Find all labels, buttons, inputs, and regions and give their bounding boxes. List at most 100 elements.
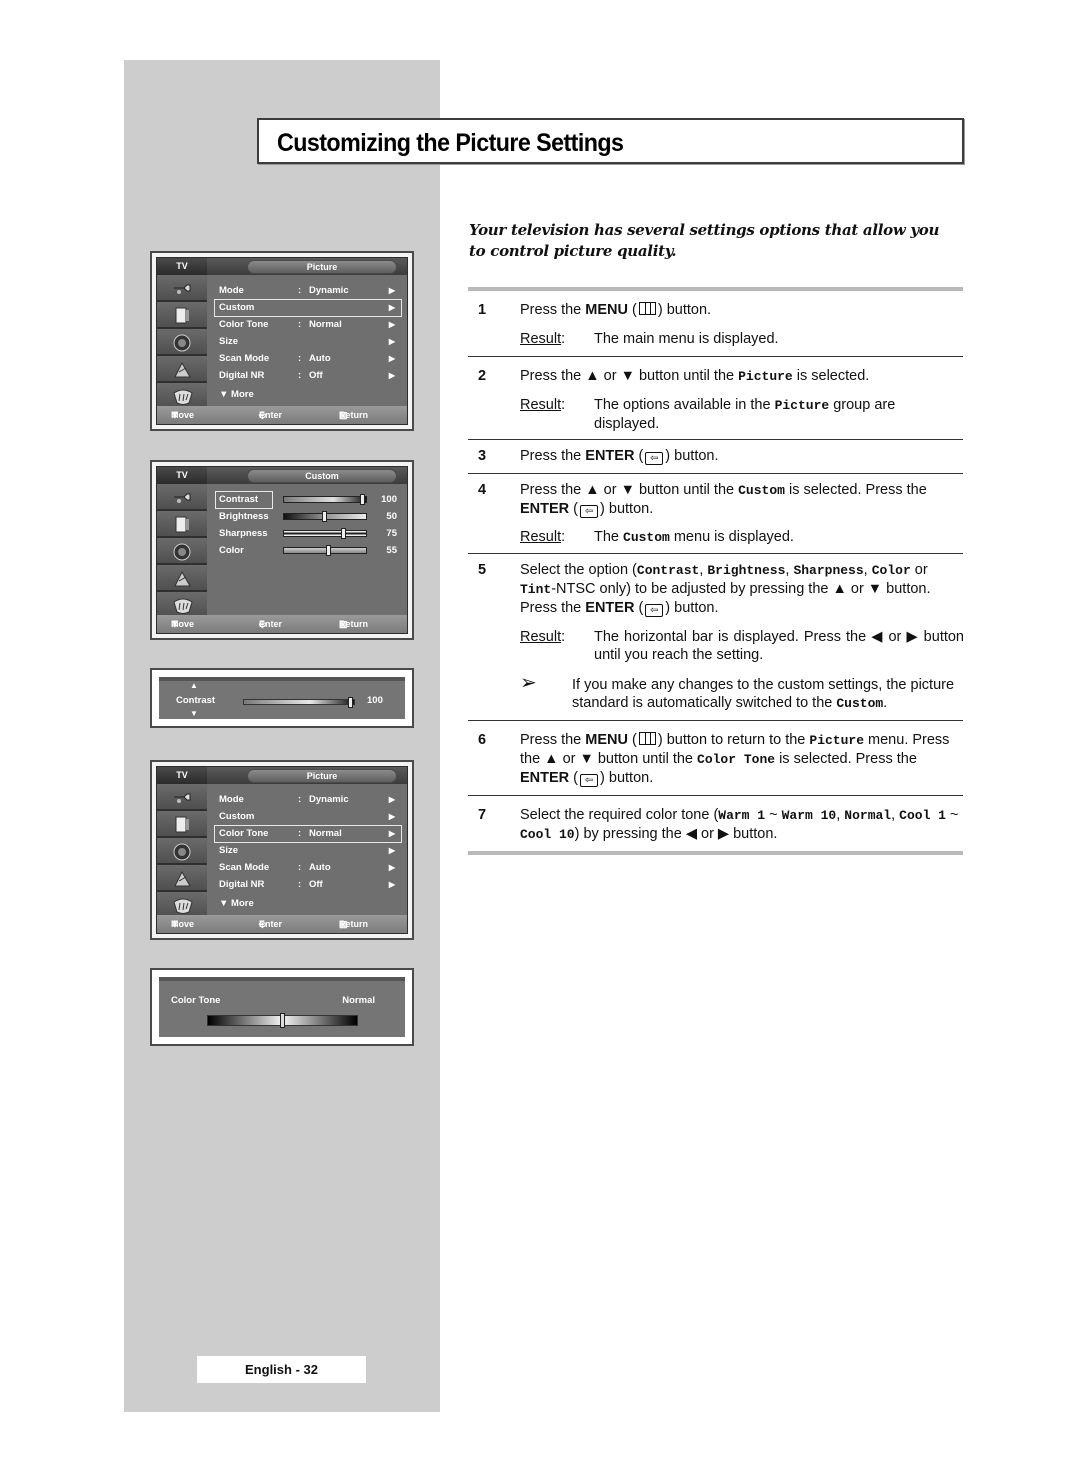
- sidebar-channel-dish-tab[interactable]: [157, 565, 207, 592]
- menu-icon: [638, 732, 656, 745]
- more-text: More: [231, 389, 254, 400]
- divider: [468, 287, 963, 291]
- osd-tv-label: TV: [157, 467, 207, 484]
- divider: [468, 795, 963, 796]
- osd-picture-menu-custom-selected: TV Picture Mode: Dynamic ▶ Custom ▶ Color T…: [150, 251, 414, 431]
- menu-colon: :: [298, 794, 302, 805]
- enter-key-label: ENTER: [585, 600, 635, 616]
- title-box: Customizing the Picture Settings: [257, 118, 964, 164]
- text: ~: [945, 807, 959, 823]
- slider-value: 100: [381, 494, 397, 505]
- footer-return-label: Return: [339, 619, 368, 629]
- osd-footer: ⬍ Move ⎆ Enter ▥ Return: [157, 406, 407, 424]
- step-result: Result: The main menu is displayed.: [520, 330, 779, 348]
- sidebar-input-plug-tab[interactable]: [157, 784, 207, 811]
- arrow-right-icon: ▶: [388, 320, 395, 329]
- menu-item-custom[interactable]: Custom ▶: [214, 299, 402, 317]
- osd-mini-screen: Color Tone Normal: [159, 977, 405, 1037]
- menu-item-more[interactable]: ▼ More: [215, 896, 401, 912]
- result-text: The main menu is displayed.: [594, 331, 779, 347]
- sidebar-input-plug-tab[interactable]: [157, 484, 207, 511]
- menu-value: Dynamic: [309, 285, 349, 296]
- enter-icon: ⇦: [645, 452, 664, 465]
- menu-item-color-tone[interactable]: Color Tone: Normal ▶: [215, 317, 401, 333]
- contrast-bar-track[interactable]: [243, 697, 355, 708]
- sidebar-speaker-sound-tab[interactable]: [157, 838, 207, 865]
- step-text: Press the ▲ or ▼ button until the Custom…: [520, 482, 927, 518]
- osd-picture-menu-color-tone-selected: TV Picture Mode: Dynamic ▶ Custom ▶ Color T…: [150, 760, 414, 940]
- step-text: Press the MENU () button to return to th…: [520, 732, 950, 787]
- divider: [468, 473, 963, 474]
- menu-item-more[interactable]: ▼ More: [215, 387, 401, 403]
- page-title: Customizing the Picture Settings: [277, 129, 624, 157]
- code-term: Custom: [623, 530, 670, 545]
- footer-return-label: Return: [339, 919, 368, 929]
- arrow-right-icon: ▶: [388, 337, 395, 346]
- slider-track[interactable]: [283, 545, 367, 556]
- menu-label: Custom: [219, 811, 255, 822]
- menu-label: Color Tone: [219, 319, 269, 330]
- slider-knob[interactable]: [322, 511, 327, 522]
- menu-item-size[interactable]: Size ▶: [215, 843, 401, 859]
- arrow-right-icon: ▶: [388, 371, 395, 380]
- slider-color[interactable]: Color 55: [215, 543, 401, 559]
- sidebar-picture-monitor-tab[interactable]: [157, 811, 207, 838]
- menu-label: Custom: [219, 302, 255, 313]
- text: Press the ▲ or ▼ button until the: [520, 368, 739, 384]
- color-tone-track[interactable]: [207, 1013, 358, 1028]
- sidebar-input-plug-tab[interactable]: [157, 275, 207, 302]
- step-number: 5: [478, 562, 487, 578]
- slider-value: 75: [386, 528, 397, 539]
- menu-item-mode[interactable]: Mode: Dynamic ▶: [215, 283, 401, 299]
- sidebar-picture-monitor-tab[interactable]: [157, 511, 207, 538]
- sidebar-picture-monitor-tab[interactable]: [157, 302, 207, 329]
- contrast-bar-label: Contrast: [176, 695, 216, 706]
- osd-footer: ⬍ Move ⎆ Enter ▥ Return: [157, 615, 407, 633]
- slider-label: Color: [219, 545, 244, 556]
- slider-knob[interactable]: [341, 528, 346, 539]
- text: -NTSC only) to be adjusted by pressing t…: [520, 581, 931, 616]
- menu-item-custom[interactable]: Custom ▶: [215, 809, 401, 825]
- sidebar-speaker-sound-tab[interactable]: [157, 538, 207, 565]
- color-tone-knob[interactable]: [280, 1013, 285, 1028]
- menu-colon: :: [298, 879, 302, 890]
- intro-text: Your television has several settings opt…: [469, 221, 940, 260]
- slider-brightness[interactable]: Brightness 50: [215, 509, 401, 525]
- slider-label: Contrast: [214, 491, 274, 509]
- slider-knob[interactable]: [360, 494, 365, 505]
- step-text: Select the required color tone (Warm 1 ~…: [520, 806, 963, 844]
- menu-item-digital-nr[interactable]: Digital NR: Off ▶: [215, 877, 401, 893]
- text: button to return to the: [662, 732, 810, 748]
- sidebar-channel-dish-tab[interactable]: [157, 356, 207, 383]
- osd-tab-picture[interactable]: Picture: [247, 260, 397, 274]
- slider-contrast[interactable]: Contrast 100: [214, 491, 401, 509]
- step-number: 1: [478, 302, 487, 318]
- slider-track[interactable]: [283, 494, 367, 505]
- step-3: 3 Press the ENTER (⇦) button.: [468, 447, 963, 469]
- slider-track[interactable]: [283, 511, 367, 522]
- menu-item-color-tone[interactable]: Color Tone: Normal ▶: [214, 825, 402, 843]
- slider-value: 50: [386, 511, 397, 522]
- arrow-right-icon: ▶: [388, 286, 395, 295]
- step-1: 1 Press the MENU () button. Result: The m…: [468, 301, 963, 351]
- menu-item-digital-nr[interactable]: Digital NR: Off ▶: [215, 368, 401, 384]
- text: ,: [863, 562, 872, 578]
- slider-knob[interactable]: [326, 545, 331, 556]
- menu-item-scan-mode[interactable]: Scan Mode: Auto ▶: [215, 860, 401, 876]
- menu-item-size[interactable]: Size ▶: [215, 334, 401, 350]
- step-6: 6 Press the MENU () button to return to …: [468, 731, 963, 791]
- osd-tab-picture[interactable]: Picture: [247, 769, 397, 783]
- arrow-right-icon: ▶: [388, 863, 395, 872]
- menu-item-scan-mode[interactable]: Scan Mode: Auto ▶: [215, 351, 401, 367]
- osd-custom-menu: TV Custom Contrast 100 Brightness 50 Sharp…: [150, 460, 414, 640]
- arrow-up-icon: ▲: [190, 681, 198, 690]
- slider-track[interactable]: [283, 528, 367, 539]
- sidebar-channel-dish-tab[interactable]: [157, 865, 207, 892]
- sidebar-speaker-sound-tab[interactable]: [157, 329, 207, 356]
- osd-tab-custom[interactable]: Custom: [247, 469, 397, 483]
- note-arrow-icon: ➢: [520, 672, 537, 694]
- menu-item-mode[interactable]: Mode: Dynamic ▶: [215, 792, 401, 808]
- slider-sharpness[interactable]: Sharpness 75: [215, 526, 401, 542]
- contrast-bar-knob[interactable]: [348, 697, 353, 708]
- arrow-down-icon: ▼: [219, 389, 232, 400]
